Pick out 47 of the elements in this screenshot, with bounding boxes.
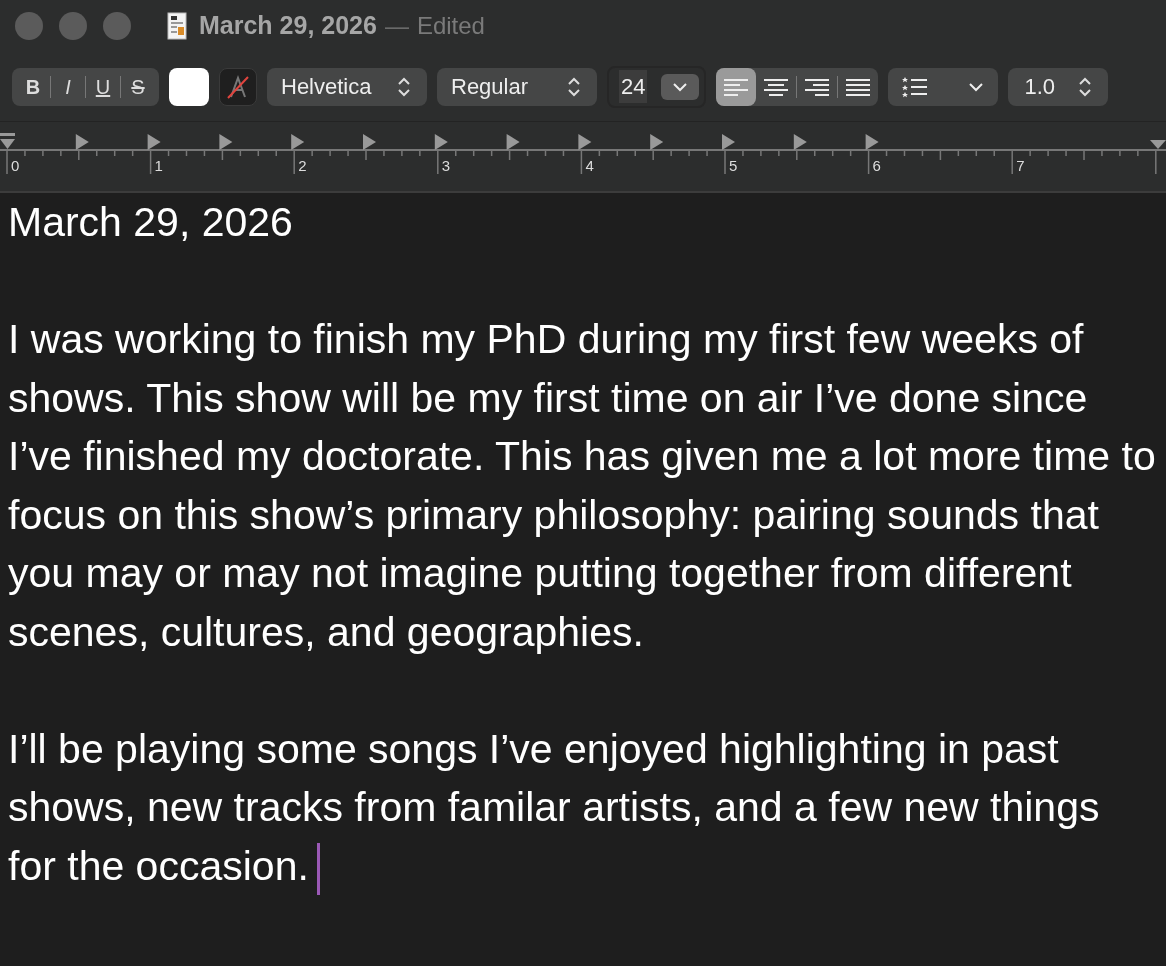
bold-button[interactable]: B: [16, 67, 50, 106]
tab-stop-icon[interactable]: [865, 134, 879, 150]
tab-stop-icon[interactable]: [147, 134, 161, 150]
paragraph: I’ll be playing some songs I’ve enjoyed highlighting in past shows, new tracks from familar artists, and a few new things for the occasion.: [8, 719, 1158, 895]
ruler-number: 6: [872, 157, 881, 174]
tab-stop-icon[interactable]: [219, 134, 233, 150]
chevron-icon: [968, 81, 985, 92]
text-color-swatch[interactable]: [169, 67, 209, 106]
tab-stop-icon[interactable]: [291, 134, 305, 150]
background-color-button[interactable]: [219, 67, 257, 106]
font-size-control[interactable]: 24: [607, 65, 707, 108]
edited-status: Edited: [416, 11, 485, 41]
ruler-number: 5: [729, 157, 738, 174]
bulleted-list-icon: [902, 75, 929, 98]
ruler-number: 4: [585, 157, 594, 174]
window-title: March 29, 2026: [199, 10, 377, 42]
strikethrough-button[interactable]: S: [121, 67, 155, 106]
tab-stop-icon[interactable]: [650, 134, 664, 150]
font-size-dropdown[interactable]: [661, 73, 700, 100]
ruler-number: 1: [154, 157, 163, 174]
line-spacing-popup[interactable]: 1.0: [1008, 67, 1109, 106]
document-icon: [167, 12, 187, 40]
tab-stop-icon[interactable]: [434, 134, 448, 150]
typeface-popup[interactable]: Regular: [437, 67, 597, 106]
left-indent-marker[interactable]: [0, 133, 15, 149]
paragraph: I was working to finish my PhD during my first few weeks of shows. This show will be my first time on air I’ve done since I’ve finished my doctorate. This has given me a lot more time to focus on this show’s primary philosophy: pairing sounds that you may or may not imagine putting together from different scenes, cultures, and geographies.: [8, 315, 1157, 657]
underline-button[interactable]: U: [86, 67, 120, 106]
ruler-number: 3: [441, 157, 451, 174]
tab-stop-icon[interactable]: [578, 134, 592, 150]
tab-stop-icon[interactable]: [793, 134, 807, 150]
ruler-number: 7: [1016, 157, 1025, 174]
chevron-icon: [672, 81, 689, 92]
tab-stop-icon[interactable]: [722, 134, 735, 150]
tab-stop-icon[interactable]: [506, 134, 520, 150]
ruler-number: 0: [11, 157, 20, 174]
tab-stop-icon[interactable]: [75, 134, 89, 150]
right-margin-marker[interactable]: [1150, 140, 1166, 149]
align-left-button[interactable]: [716, 67, 757, 106]
italic-button[interactable]: I: [51, 67, 85, 106]
font-size-field[interactable]: 24: [619, 70, 648, 103]
list-style-popup[interactable]: [888, 67, 999, 106]
tab-stop-icon[interactable]: [363, 134, 376, 150]
text-cursor: [316, 842, 320, 895]
ruler-number: 2: [298, 157, 307, 174]
title-separator: —: [384, 11, 409, 41]
document-heading: March 29, 2026: [8, 198, 294, 247]
font-popup[interactable]: Helvetica: [267, 67, 427, 106]
